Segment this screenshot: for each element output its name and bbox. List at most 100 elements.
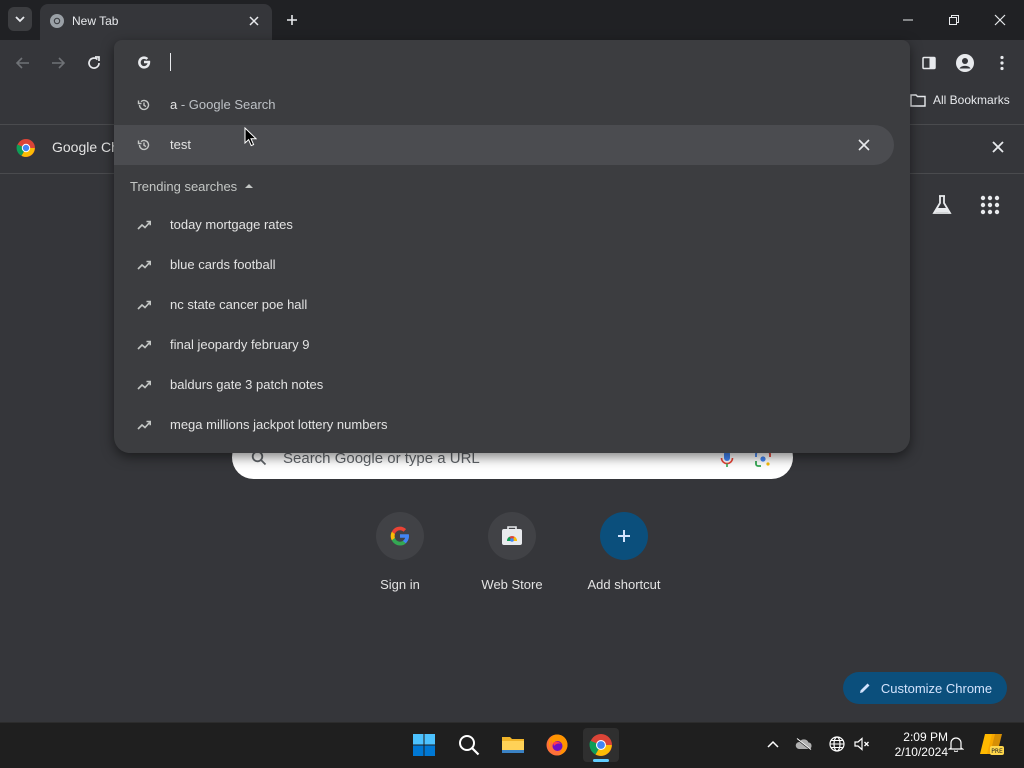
chevron-down-icon <box>15 16 25 23</box>
copilot-pre-icon: PRE <box>980 734 1004 755</box>
shortcut-label: Web Store <box>481 577 543 592</box>
forward-button[interactable] <box>47 52 69 74</box>
windows-start-icon <box>413 734 435 756</box>
restore-icon <box>949 15 959 25</box>
file-explorer-icon <box>502 737 524 753</box>
trending-item[interactable]: final jeopardy february 9 <box>114 325 894 365</box>
new-tab-button[interactable] <box>281 9 303 31</box>
suggestion-text: a - Google Search <box>170 97 276 112</box>
labs-button[interactable] <box>931 194 953 216</box>
firefox-icon <box>546 734 568 756</box>
back-button[interactable] <box>12 52 34 74</box>
suggestion-row[interactable]: a - Google Search <box>114 85 894 125</box>
restore-button[interactable] <box>944 10 964 30</box>
bell-icon <box>948 737 964 752</box>
system-clock[interactable]: 2:09 PM 2/10/2024 <box>878 730 948 760</box>
pencil-icon <box>859 683 870 693</box>
infobar-close-button[interactable] <box>988 137 1008 157</box>
chrome-icon <box>16 138 36 158</box>
close-icon <box>858 139 870 151</box>
reload-button[interactable] <box>83 52 105 74</box>
trending-searches-header[interactable]: Trending searches <box>130 178 254 194</box>
all-bookmarks-label: All Bookmarks <box>933 93 1010 107</box>
apps-grid-icon <box>980 195 1000 215</box>
chrome-taskbar-button[interactable] <box>583 728 619 762</box>
omnibox-caret[interactable] <box>170 53 171 71</box>
trending-text: final jeopardy february 9 <box>170 337 310 352</box>
customize-chrome-label: Customize Chrome <box>880 680 993 696</box>
chevron-up-icon <box>767 740 779 748</box>
google-g-icon <box>390 526 409 546</box>
google-apps-button[interactable] <box>980 195 1000 215</box>
shortcut-sign-in[interactable]: Sign in <box>345 512 455 592</box>
web-store-icon <box>502 526 522 545</box>
start-button[interactable] <box>406 728 442 762</box>
copilot-preview-button[interactable]: PRE <box>979 731 1005 757</box>
search-icon <box>459 735 480 756</box>
trending-text: baldurs gate 3 patch notes <box>170 377 324 392</box>
onedrive-button[interactable] <box>795 735 813 753</box>
taskbar-search-button[interactable] <box>451 728 487 762</box>
suggestion-query: test <box>170 137 191 152</box>
minimize-icon <box>903 19 913 21</box>
reload-icon <box>88 56 100 69</box>
profile-icon <box>956 54 974 72</box>
google-g-icon <box>136 54 152 70</box>
volume-muted-icon <box>854 737 869 751</box>
history-icon <box>136 97 152 113</box>
window-close-button[interactable] <box>990 10 1010 30</box>
folder-icon <box>910 94 926 107</box>
trending-item[interactable]: baldurs gate 3 patch notes <box>114 365 894 405</box>
suggestion-row-selected[interactable]: test <box>114 125 894 165</box>
plus-icon <box>618 530 630 542</box>
customize-chrome-button[interactable]: Customize Chrome <box>843 672 1007 704</box>
all-bookmarks-button[interactable]: All Bookmarks <box>910 92 1010 108</box>
cloud-off-icon <box>795 738 812 750</box>
more-vert-icon <box>1000 55 1004 71</box>
shortcut-web-store[interactable]: Web Store <box>457 512 567 592</box>
volume-button[interactable] <box>853 735 871 753</box>
trending-up-icon <box>136 217 152 233</box>
shortcut-add[interactable]: Add shortcut <box>569 512 679 592</box>
show-hidden-icons-button[interactable] <box>764 735 782 753</box>
svg-text:PRE: PRE <box>991 748 1003 755</box>
shortcut-tile <box>376 512 424 560</box>
menu-button[interactable] <box>991 52 1013 74</box>
tab-title: New Tab <box>72 14 119 28</box>
trending-up-icon <box>136 337 152 353</box>
shortcut-tile <box>600 512 648 560</box>
clock-date: 2/10/2024 <box>894 745 948 759</box>
trending-up-icon <box>136 417 152 433</box>
tab-search-button[interactable] <box>8 7 32 31</box>
profile-button[interactable] <box>954 52 976 74</box>
infobar-text: Google Ch <box>52 139 119 155</box>
trending-text: blue cards football <box>170 257 276 272</box>
trending-item[interactable]: nc state cancer poe hall <box>114 285 894 325</box>
close-icon <box>992 141 1004 153</box>
notifications-button[interactable] <box>947 735 965 753</box>
tab-new-tab[interactable]: New Tab <box>40 4 272 40</box>
mouse-cursor-icon <box>244 127 257 147</box>
clock-time: 2:09 PM <box>903 730 948 744</box>
side-panel-icon <box>922 56 936 70</box>
minimize-button[interactable] <box>898 10 918 30</box>
shortcut-tile <box>488 512 536 560</box>
flask-icon <box>932 195 952 214</box>
file-explorer-button[interactable] <box>495 728 531 762</box>
arrow-right-icon <box>52 57 66 69</box>
trending-text: nc state cancer poe hall <box>170 297 308 312</box>
tab-close-button[interactable] <box>246 13 262 29</box>
side-panel-button[interactable] <box>918 52 940 74</box>
trending-item[interactable]: mega millions jackpot lottery numbers <box>114 405 894 445</box>
chrome-icon <box>49 13 65 29</box>
network-button[interactable] <box>828 735 846 753</box>
trending-item[interactable]: today mortgage rates <box>114 205 894 245</box>
trending-searches-label: Trending searches <box>130 178 238 194</box>
shortcut-label: Sign in <box>380 577 420 592</box>
firefox-button[interactable] <box>539 728 575 762</box>
trending-item[interactable]: blue cards football <box>114 245 894 285</box>
close-icon <box>994 14 1006 26</box>
trending-up-icon <box>136 257 152 273</box>
remove-suggestion-button[interactable] <box>856 137 872 153</box>
trending-text: today mortgage rates <box>170 217 293 232</box>
